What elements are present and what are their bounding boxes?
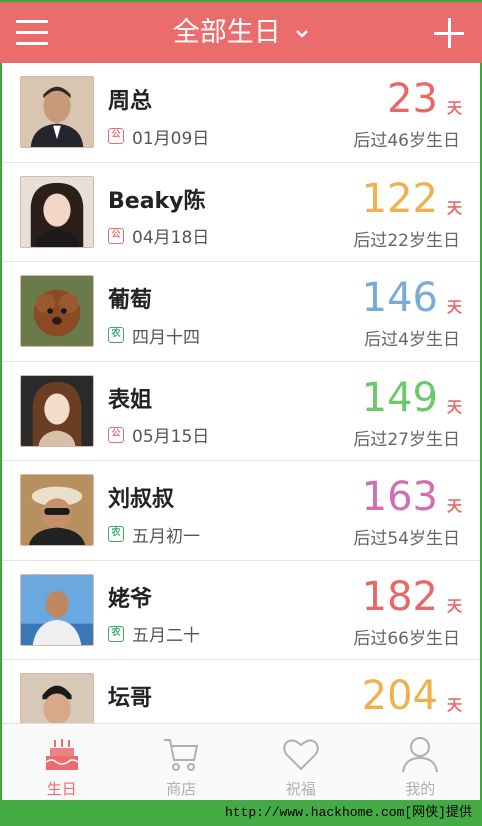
cake-icon [45,739,79,770]
days-count: 163 [361,474,438,520]
days-unit: 天 [446,298,462,316]
avatar [20,275,94,347]
days-unit: 天 [446,596,462,615]
list-item[interactable]: 刘叔叔 农 五月初一 163 天 后过54岁生日 [2,461,480,561]
days-unit: 天 [446,497,462,515]
days-unit: 天 [446,397,462,416]
days-count: 146 [361,275,438,321]
list-item[interactable]: Beaky陈 公 04月18日 122 天 后过22岁生日 [2,163,480,262]
age-note: 后过54岁生日 [353,529,460,549]
top-bar: 全部生日 [0,0,482,63]
birthday-list: 周总 公 01月09日 23 天 后过46岁生日 Beaky陈 公 04月18日… [2,63,480,723]
days-count: 23 [387,76,438,122]
list-item[interactable]: 姥爷 农 五月二十 182 天 后过66岁生日 [2,561,480,660]
add-icon[interactable] [434,18,464,48]
list-item[interactable]: 葡萄 农 四月十四 146 天 后过4岁生日 [2,262,480,362]
solar-calendar-icon: 公 [108,227,124,244]
age-note: 后过27岁生日 [353,429,460,450]
birth-date: 公 04月18日 [108,225,210,248]
bottom-tab-bar: 生日 商店 祝福 我的 [2,723,480,800]
date-text: 五月二十 [132,626,200,646]
chevron-down-icon [296,29,309,38]
person-icon [402,737,439,773]
age-note: 后过46岁生日 [353,131,460,151]
avatar [20,374,94,447]
list-item[interactable]: 坛哥 204 天 [2,660,480,723]
age-note: 后过22岁生日 [353,230,460,251]
date-text: 01月09日 [132,128,210,149]
avatar [20,673,94,723]
lunar-calendar-icon: 农 [108,327,124,343]
days-unit: 天 [446,99,462,117]
avatar [20,573,94,646]
heart-icon [283,739,319,771]
page-title: 全部生日 [172,17,281,48]
contact-name: 周总 [108,89,153,114]
watermark-footer: http://www.hackhome.com[网侠]提供 [0,800,482,826]
list-item[interactable]: 表姐 公 05月15日 149 天 后过27岁生日 [2,362,480,461]
days-unit: 天 [446,696,462,714]
contact-name: 表姐 [108,387,153,413]
tab-wishes[interactable]: 祝福 [241,724,361,800]
avatar [20,474,94,546]
cart-icon [164,739,199,771]
date-text: 05月15日 [132,427,210,447]
date-text: 四月十四 [132,327,200,348]
lunar-calendar-icon: 农 [108,625,124,642]
date-text: 五月初一 [132,526,200,547]
tab-label: 生日 [46,780,77,798]
lunar-calendar-icon: 农 [108,526,124,542]
days-count: 182 [361,573,438,620]
birth-date: 农 五月二十 [108,623,200,646]
contact-name: 刘叔叔 [108,487,175,512]
tab-label: 我的 [405,780,436,798]
tab-label: 商店 [166,780,197,798]
solar-calendar-icon: 公 [108,128,124,144]
tab-store[interactable]: 商店 [122,724,242,800]
days-count: 149 [361,374,438,421]
contact-name: Beaky陈 [108,188,206,214]
contact-name: 坛哥 [108,686,153,711]
avatar [20,175,94,248]
days-unit: 天 [446,198,462,217]
avatar [20,76,94,148]
tab-birthday[interactable]: 生日 [2,724,122,800]
date-text: 04月18日 [132,228,210,248]
tab-label: 祝福 [285,780,316,798]
birth-date: 农 五月初一 [108,523,200,547]
solar-calendar-icon: 公 [108,426,124,443]
days-count: 122 [361,175,438,222]
title-dropdown[interactable]: 全部生日 [0,14,482,52]
days-count: 204 [361,673,438,719]
contact-name: 葡萄 [108,288,153,313]
age-note: 后过66岁生日 [353,628,460,649]
age-note: 后过4岁生日 [364,330,460,350]
birth-date: 公 01月09日 [108,125,210,149]
list-item[interactable]: 周总 公 01月09日 23 天 后过46岁生日 [2,63,480,163]
tab-mine[interactable]: 我的 [361,724,481,800]
birth-date: 公 05月15日 [108,424,210,447]
birth-date: 农 四月十四 [108,324,200,348]
contact-name: 姥爷 [108,586,153,612]
